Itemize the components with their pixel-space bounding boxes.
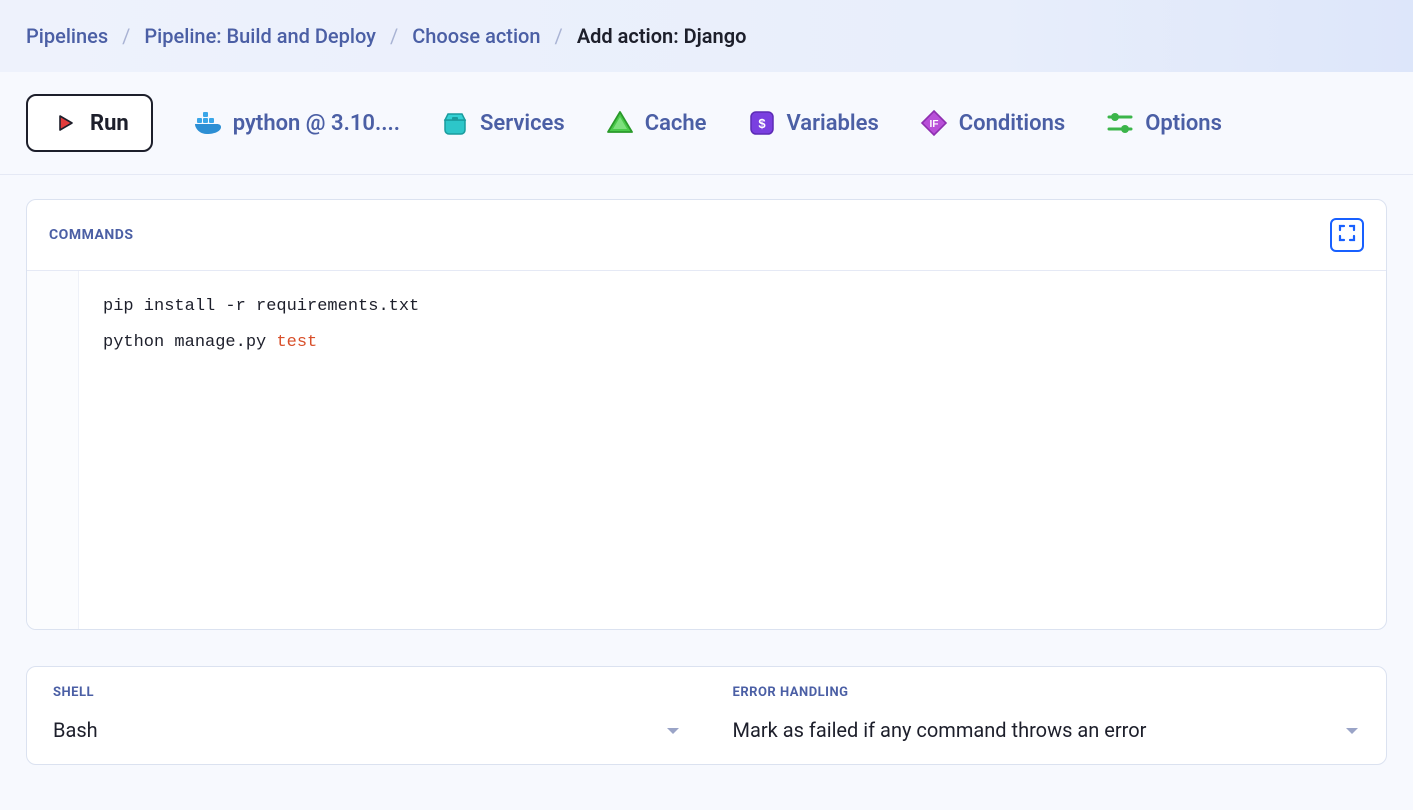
code-gutter: [27, 271, 79, 629]
breadcrumb-sep-icon: /: [390, 24, 398, 48]
code-editor[interactable]: pip install -r requirements.txt python m…: [27, 271, 1386, 629]
tabs-row: Run python @ 3.10.... Services: [0, 72, 1413, 175]
expand-button[interactable]: [1330, 218, 1364, 252]
tab-environment-label: python @ 3.10....: [233, 111, 400, 136]
docker-icon: [193, 108, 223, 138]
commands-panel: COMMANDS pip install -r requirements.txt…: [26, 199, 1387, 630]
breadcrumb-pipeline-build-deploy[interactable]: Pipeline: Build and Deploy: [144, 24, 376, 48]
shell-field: SHELL Bash: [27, 667, 707, 764]
variables-icon: $: [747, 108, 777, 138]
code-line: python manage.py test: [103, 325, 1362, 361]
tab-cache[interactable]: Cache: [605, 108, 707, 138]
commands-panel-header: COMMANDS: [27, 200, 1386, 271]
options-icon: [1105, 108, 1135, 138]
tab-variables-label: Variables: [787, 111, 879, 136]
svg-text:IF: IF: [929, 119, 938, 130]
error-handling-label: ERROR HANDLING: [733, 685, 1361, 700]
error-handling-value: Mark as failed if any command throws an …: [733, 718, 1147, 742]
breadcrumb-sep-icon: /: [555, 24, 563, 48]
tab-options-label: Options: [1145, 111, 1222, 136]
breadcrumb-pipelines[interactable]: Pipelines: [26, 24, 108, 48]
tab-environment[interactable]: python @ 3.10....: [193, 108, 400, 138]
cache-icon: [605, 108, 635, 138]
breadcrumb-choose-action[interactable]: Choose action: [412, 24, 540, 48]
expand-icon: [1337, 223, 1357, 247]
tab-run[interactable]: Run: [26, 94, 153, 152]
tab-services[interactable]: Services: [440, 108, 565, 138]
breadcrumb-current: Add action: Django: [577, 24, 747, 48]
tab-run-label: Run: [90, 111, 129, 136]
error-handling-select[interactable]: Mark as failed if any command throws an …: [733, 718, 1361, 742]
code-line: pip install -r requirements.txt: [103, 289, 1362, 325]
tab-conditions[interactable]: IF Conditions: [919, 108, 1065, 138]
chevron-down-icon: [1344, 718, 1360, 742]
shell-label: SHELL: [53, 685, 681, 700]
shell-select[interactable]: Bash: [53, 718, 681, 742]
content-area: COMMANDS pip install -r requirements.txt…: [0, 175, 1413, 789]
code-body: pip install -r requirements.txt python m…: [79, 271, 1386, 629]
shell-value: Bash: [53, 718, 98, 742]
tab-options[interactable]: Options: [1105, 108, 1222, 138]
header-bar: Pipelines / Pipeline: Build and Deploy /…: [0, 0, 1413, 72]
breadcrumb: Pipelines / Pipeline: Build and Deploy /…: [26, 24, 1387, 48]
error-handling-field: ERROR HANDLING Mark as failed if any com…: [707, 667, 1387, 764]
commands-label: COMMANDS: [49, 227, 133, 243]
tab-services-label: Services: [480, 111, 565, 136]
svg-text:$: $: [758, 116, 766, 131]
tab-variables[interactable]: $ Variables: [747, 108, 879, 138]
conditions-icon: IF: [919, 108, 949, 138]
play-icon: [50, 108, 80, 138]
services-icon: [440, 108, 470, 138]
tab-conditions-label: Conditions: [959, 111, 1065, 136]
tab-cache-label: Cache: [645, 111, 707, 136]
chevron-down-icon: [665, 718, 681, 742]
settings-row: SHELL Bash ERROR HANDLING Mark as failed…: [26, 666, 1387, 765]
breadcrumb-sep-icon: /: [122, 24, 130, 48]
